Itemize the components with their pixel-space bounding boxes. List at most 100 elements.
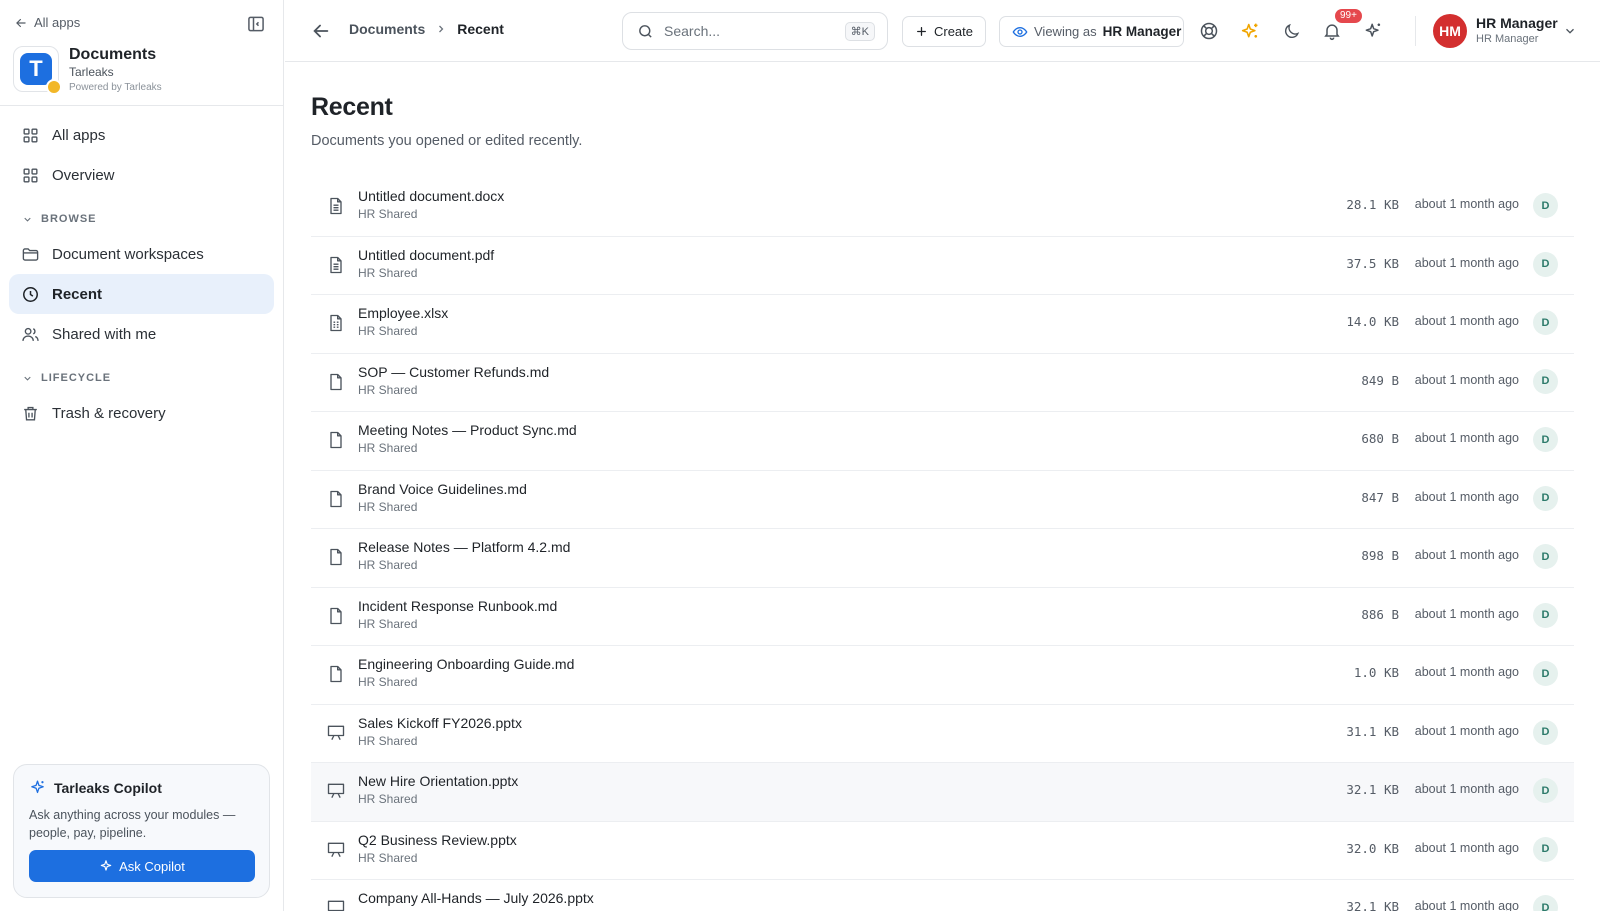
theme-toggle-button[interactable] [1279,19,1303,43]
file-row[interactable]: New Hire Orientation.pptx HR Shared 32.1 K… [311,763,1574,822]
file-row[interactable]: Employee.xlsx HR Shared 14.0 KB about 1 mon… [311,295,1574,354]
collapse-sidebar-button[interactable] [246,14,266,34]
section-toggle-lifecycle[interactable]: LIFECYCLE [22,372,111,384]
file-size: 1.0 KB [1353,665,1399,680]
sidebar-item-shared-with-me[interactable]: Shared with me [9,314,274,354]
file-location: HR Shared [358,850,418,865]
search-shortcut: ⌘K [844,21,875,41]
breadcrumb-recent: Recent [457,21,504,37]
all-apps-link[interactable]: All apps [14,15,80,30]
grid-icon [23,127,38,143]
sidebar-item-document-workspaces[interactable]: Document workspaces [9,234,274,274]
section-toggle-browse[interactable]: BROWSE [22,213,97,225]
viewing-as-button[interactable]: Viewing as HR Manager [999,16,1184,47]
breadcrumb-documents[interactable]: Documents [349,21,425,37]
brand: T Documents Tarleaks Powered by Tarleaks [13,46,162,95]
file-location: HR Shared [358,265,418,280]
top-bar: Documents Recent Search... ⌘K Create Vie… [285,0,1600,62]
file-size: 32.1 KB [1346,899,1399,911]
user-menu-toggle[interactable] [1563,24,1577,38]
file-location: HR Shared [358,382,418,397]
presentation-icon [327,783,345,798]
file-name: Incident Response Runbook.md [358,597,558,614]
file-location: HR Shared [358,441,418,455]
users-icon [22,327,39,341]
file-row[interactable]: Q2 Business Review.pptx HR Shared 32.0 KB a… [311,822,1574,880]
file-row[interactable]: Untitled document.docx HR Shared 28.1 KB ab… [311,178,1574,237]
plus-icon [917,27,926,36]
file-row[interactable]: Release Notes — Platform 4.2.md HR Shared… [311,529,1574,588]
owner-avatar: D [1533,193,1558,218]
create-button[interactable]: Create [902,16,986,47]
trash-icon [24,406,37,421]
file-location: HR Shared [358,792,418,806]
search-placeholder: Search... [664,23,721,39]
file-size: 32.0 KB [1346,840,1399,856]
viewing-as-prefix: Viewing as [1034,24,1097,39]
sidebar-item-trash-recovery[interactable]: Trash & recovery [9,393,274,433]
sparkle-icon [100,860,112,871]
sidebar-item-overview[interactable]: Overview [9,155,274,195]
sidebar-item-label: All apps [52,126,106,144]
sparkles-icon [1241,23,1257,38]
section-label: LIFECYCLE [41,372,112,384]
file-row[interactable]: Engineering Onboarding Guide.md HR Shared… [311,646,1574,705]
sidebar-item-all-apps[interactable]: All apps [9,115,274,155]
avatar[interactable]: HM [1433,14,1467,48]
file-row[interactable]: Company All-Hands — July 2026.pptxHR Sha… [311,880,1574,911]
file-icon [330,490,342,507]
file-name: Employee.xlsx [358,305,449,321]
ai-sparkle-button[interactable] [1238,19,1262,43]
search-icon [639,24,652,38]
file-location: HR Shared [358,499,418,514]
owner-avatar: D [1533,310,1558,335]
sidebar-item-label: Trash & recovery [52,404,166,422]
file-name: Sales Kickoff FY2026.pptx [358,714,522,731]
back-button[interactable] [310,20,332,42]
file-icon [330,607,342,624]
owner-avatar: D [1533,485,1558,511]
user-name[interactable]: HR Manager [1476,15,1558,31]
owner-avatar: D [1533,602,1558,628]
ask-copilot-button[interactable]: Ask Copilot [29,850,255,882]
brand-badge-icon [46,79,62,95]
file-row[interactable]: Meeting Notes — Product Sync.md HR Shared… [311,412,1574,471]
file-row[interactable]: Incident Response Runbook.md HR Shared 886… [311,588,1574,646]
copilot-title: Tarleaks Copilot [54,779,162,796]
file-modified: about 1 month ago [1414,782,1519,796]
assistant-button[interactable] [1361,19,1385,43]
document-icon [330,197,342,215]
file-modified: about 1 month ago [1414,606,1519,621]
search-input[interactable]: Search... ⌘K [622,12,888,50]
file-row[interactable]: Brand Voice Guidelines.md HR Shared 847 B a… [311,471,1574,529]
file-modified: about 1 month ago [1414,489,1519,504]
presentation-icon [327,725,345,740]
file-location: HR Shared [358,324,418,338]
file-row[interactable]: Sales Kickoff FY2026.pptx HR Shared 31.1 K… [311,705,1574,763]
file-modified: about 1 month ago [1414,548,1519,562]
owner-avatar: D [1533,895,1558,911]
file-icon [330,665,342,683]
sidebar-item-recent[interactable]: Recent [9,274,274,314]
file-row[interactable]: SOP — Customer Refunds.md HR Shared 849 B a… [311,354,1574,412]
powered-by: Powered by Tarleaks [69,82,162,93]
sidebar-item-label: Shared with me [52,325,157,343]
user-role: HR Manager [1476,33,1539,45]
file-size: 32.1 KB [1346,782,1399,797]
help-button[interactable] [1197,19,1221,43]
sidebar-item-label: Overview [52,166,115,184]
file-name: SOP — Customer Refunds.md [358,363,550,380]
file-name: New Hire Orientation.pptx [358,773,519,789]
page-title: Recent [311,93,393,121]
brand-logo: T [13,46,62,95]
file-size: 898 B [1361,548,1399,563]
sidebar-item-label: Recent [52,285,103,303]
file-name: Brand Voice Guidelines.md [358,480,527,497]
section-label: BROWSE [41,213,97,225]
file-name: Release Notes — Platform 4.2.md [358,539,571,555]
clock-icon [23,286,38,302]
owner-avatar: D [1533,719,1558,745]
file-row[interactable]: Untitled document.pdf HR Shared 37.5 KB abo… [311,237,1574,295]
moon-icon [1284,23,1299,38]
arrow-left-icon [313,24,329,38]
